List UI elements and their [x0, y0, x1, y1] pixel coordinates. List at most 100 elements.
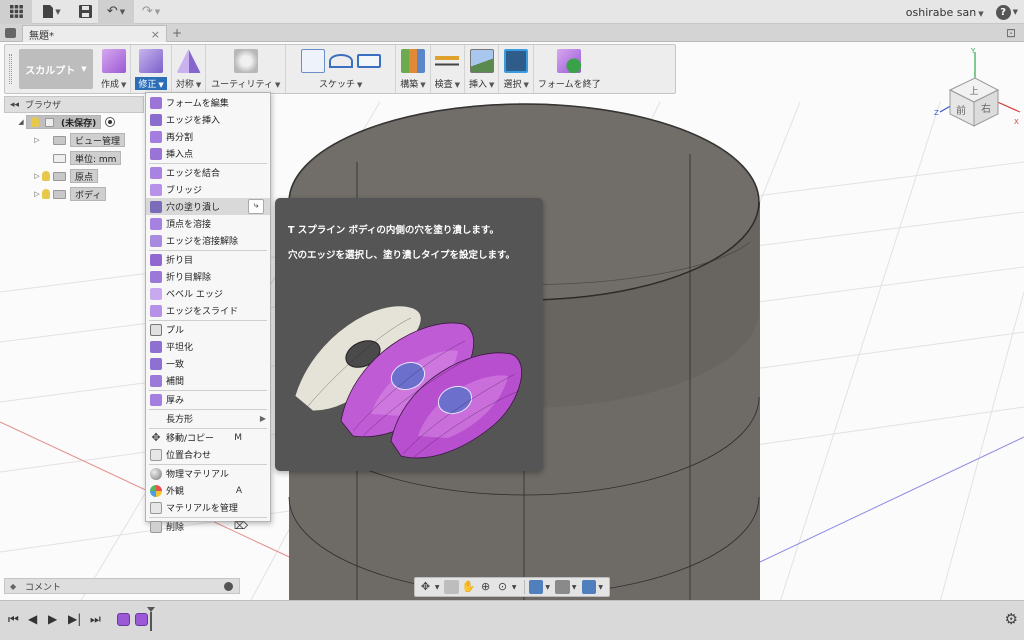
browser-header[interactable]: ◂◂ ブラウザ — [4, 96, 144, 113]
browser-item-units[interactable]: 単位: mm — [4, 149, 144, 167]
menu-item-pull[interactable]: プル — [146, 321, 270, 338]
menu-item-manage-materials[interactable]: マテリアルを管理 — [146, 499, 270, 516]
expand-arrow-icon[interactable]: ▷ — [32, 190, 42, 198]
navigation-bar: ✥ ▼ ✋ ⊕ ⊙ ▼ ▼ ▼ ▼ — [414, 577, 610, 597]
add-comment-icon[interactable] — [224, 582, 233, 591]
zoom-window-icon[interactable]: ⊙ — [495, 580, 510, 594]
menu-item-unweld-edges[interactable]: エッジを溶接解除 — [146, 232, 270, 249]
ribbon-group-finish-form[interactable]: フォームを終了 — [534, 45, 605, 93]
step-forward-icon[interactable]: ▶| — [68, 612, 81, 626]
browser-root[interactable]: ◢ (未保存) — [4, 113, 144, 131]
submenu-arrow-icon: ▶ — [259, 414, 266, 423]
ribbon-group-insert[interactable]: 挿入 ▼ — [465, 45, 500, 93]
menu-item-flatten[interactable]: 平坦化 — [146, 338, 270, 355]
mouse-cursor-icon: ⤷ — [248, 199, 264, 214]
app-grid-icon[interactable] — [0, 0, 32, 24]
ribbon-group-modify[interactable]: 修正 ▼ — [131, 45, 172, 93]
viewcube-z-axis-label: Z — [934, 109, 939, 117]
ribbon-group-symmetry[interactable]: 対称 ▼ — [172, 45, 207, 93]
menu-item-label: 折り目解除 — [166, 273, 212, 283]
menu-item-align[interactable]: 位置合わせ — [146, 446, 270, 463]
help-menu[interactable]: ? ▼ — [995, 4, 1018, 20]
menu-item-edit-form[interactable]: フォームを編集 — [146, 94, 270, 111]
menu-item-thicken[interactable]: 厚み — [146, 391, 270, 408]
pan-hand-icon[interactable]: ✋ — [461, 580, 476, 594]
ribbon-group-utility[interactable]: ユーティリティ ▼ — [206, 45, 287, 93]
expand-arrow-icon[interactable]: ▷ — [32, 136, 42, 144]
menu-item-crease[interactable]: 折り目 — [146, 251, 270, 268]
ribbon-group-inspect[interactable]: 検査 ▼ — [431, 45, 466, 93]
collapse-arrow-icon[interactable]: ◢ — [16, 118, 26, 126]
menu-item-subdivide[interactable]: 再分割 — [146, 128, 270, 145]
menu-item-uncrease[interactable]: 折り目解除 — [146, 268, 270, 285]
menu-item-fill-hole[interactable]: 穴の塗り潰し ⤷ — [146, 198, 270, 215]
ribbon-group-sketch[interactable]: スケッチ ▼ — [286, 45, 397, 93]
ribbon-group-construct[interactable]: 構築 ▼ — [396, 45, 431, 93]
menu-item-bridge[interactable]: ブリッジ — [146, 181, 270, 198]
fill-hole-illustration — [294, 305, 522, 459]
ribbon-group-select[interactable]: 選択 ▼ — [499, 45, 534, 93]
collapse-browser-icon[interactable]: ◂◂ — [10, 100, 19, 110]
gear-icon[interactable]: ⚙ — [1005, 610, 1018, 628]
menu-item-bevel-edge[interactable]: ベベル エッジ — [146, 285, 270, 302]
active-radio[interactable] — [105, 117, 116, 127]
new-tab-button[interactable]: + — [172, 26, 182, 40]
menu-item-label: エッジを結合 — [166, 169, 221, 179]
menu-item-interpolate[interactable]: 補間 — [146, 372, 270, 389]
timeline-marker[interactable] — [147, 607, 155, 631]
subdivide-icon — [150, 130, 162, 143]
fill-hole-tooltip: T スプライン ボディの内側の穴を塗り潰します。 穴のエッジを選択し、塗り潰しタ… — [275, 198, 543, 471]
menu-item-slide-edge[interactable]: エッジをスライド — [146, 302, 270, 319]
menu-item-merge-edge[interactable]: エッジを結合 — [146, 164, 270, 181]
workspace-switcher[interactable]: スカルプト ▼ — [19, 49, 93, 89]
tab-overflow-icon[interactable]: ⊡ — [1006, 26, 1016, 40]
user-menu[interactable]: oshirabe san ▼ — [906, 6, 984, 19]
visibility-bulb-icon[interactable] — [42, 171, 50, 181]
go-to-start-icon[interactable]: ⏮ — [8, 612, 19, 627]
menu-item-physical-material[interactable]: 物理マテリアル — [146, 465, 270, 482]
timeline-feature-form[interactable] — [117, 613, 130, 626]
menu-item-label: エッジをスライド — [166, 307, 239, 317]
view-cube[interactable]: 上 前 右 Y Z X — [930, 44, 1024, 134]
browser-item-origin[interactable]: ▷ 原点 — [4, 167, 144, 185]
step-back-icon[interactable]: ◀ — [28, 612, 37, 626]
viewports-icon[interactable] — [581, 580, 597, 594]
blank-icon — [150, 413, 162, 425]
menu-item-move-copy[interactable]: ✥ 移動/コピー M — [146, 429, 270, 446]
ribbon-group-create[interactable]: 作成 ▼ — [97, 45, 132, 93]
zoom-icon[interactable]: ⊕ — [478, 580, 493, 594]
visibility-bulb-icon[interactable] — [31, 117, 39, 127]
grid-settings-icon[interactable] — [555, 580, 570, 594]
thicken-icon — [150, 393, 162, 406]
browser-item-views[interactable]: ▷ ビュー管理 — [4, 131, 144, 149]
comment-panel[interactable]: ◆ コメント — [4, 578, 240, 594]
visibility-bulb-icon[interactable] — [42, 189, 50, 199]
close-tab-icon[interactable]: × — [151, 28, 160, 41]
redo-button[interactable]: ↷ ▼ — [134, 0, 168, 24]
display-settings-icon[interactable] — [528, 580, 544, 594]
menu-item-weld-vertices[interactable]: 頂点を溶接 — [146, 215, 270, 232]
browser-item-bodies[interactable]: ▷ ボディ — [4, 185, 144, 203]
menu-item-appearance[interactable]: 外観 A — [146, 482, 270, 499]
look-at-icon[interactable] — [444, 580, 460, 594]
go-to-end-icon[interactable]: ⏭ — [90, 612, 101, 627]
select-label: 選択 — [503, 80, 522, 90]
menu-item-rectangle[interactable]: 長方形 ▶ — [146, 410, 270, 427]
expand-arrow-icon[interactable]: ▷ — [32, 172, 42, 180]
uncrease-icon — [150, 270, 162, 283]
menu-item-insert-point[interactable]: 挿入点 — [146, 145, 270, 162]
menu-item-insert-edge[interactable]: エッジを挿入 — [146, 111, 270, 128]
file-menu-button[interactable]: ▼ — [32, 0, 72, 24]
menu-item-delete[interactable]: 削除 ⌦ — [146, 518, 270, 535]
save-button[interactable] — [72, 0, 98, 24]
ribbon-toolbar: スカルプト ▼ 作成 ▼ 修正 ▼ 対称 ▼ ユーティリティ ▼ スケッチ ▼ 構築 ▼ 検査… — [4, 44, 676, 94]
undo-button[interactable]: ↶ ▼ — [98, 0, 134, 24]
document-icon — [45, 117, 54, 127]
orbit-icon[interactable]: ✥ — [418, 580, 433, 594]
align-icon — [150, 448, 162, 461]
ribbon-handle[interactable] — [5, 45, 15, 93]
document-tab[interactable]: 無題* × — [22, 25, 167, 42]
play-icon[interactable]: ▶ — [48, 612, 57, 626]
menu-item-label: マテリアルを管理 — [166, 504, 238, 514]
menu-item-match[interactable]: 一致 — [146, 355, 270, 372]
